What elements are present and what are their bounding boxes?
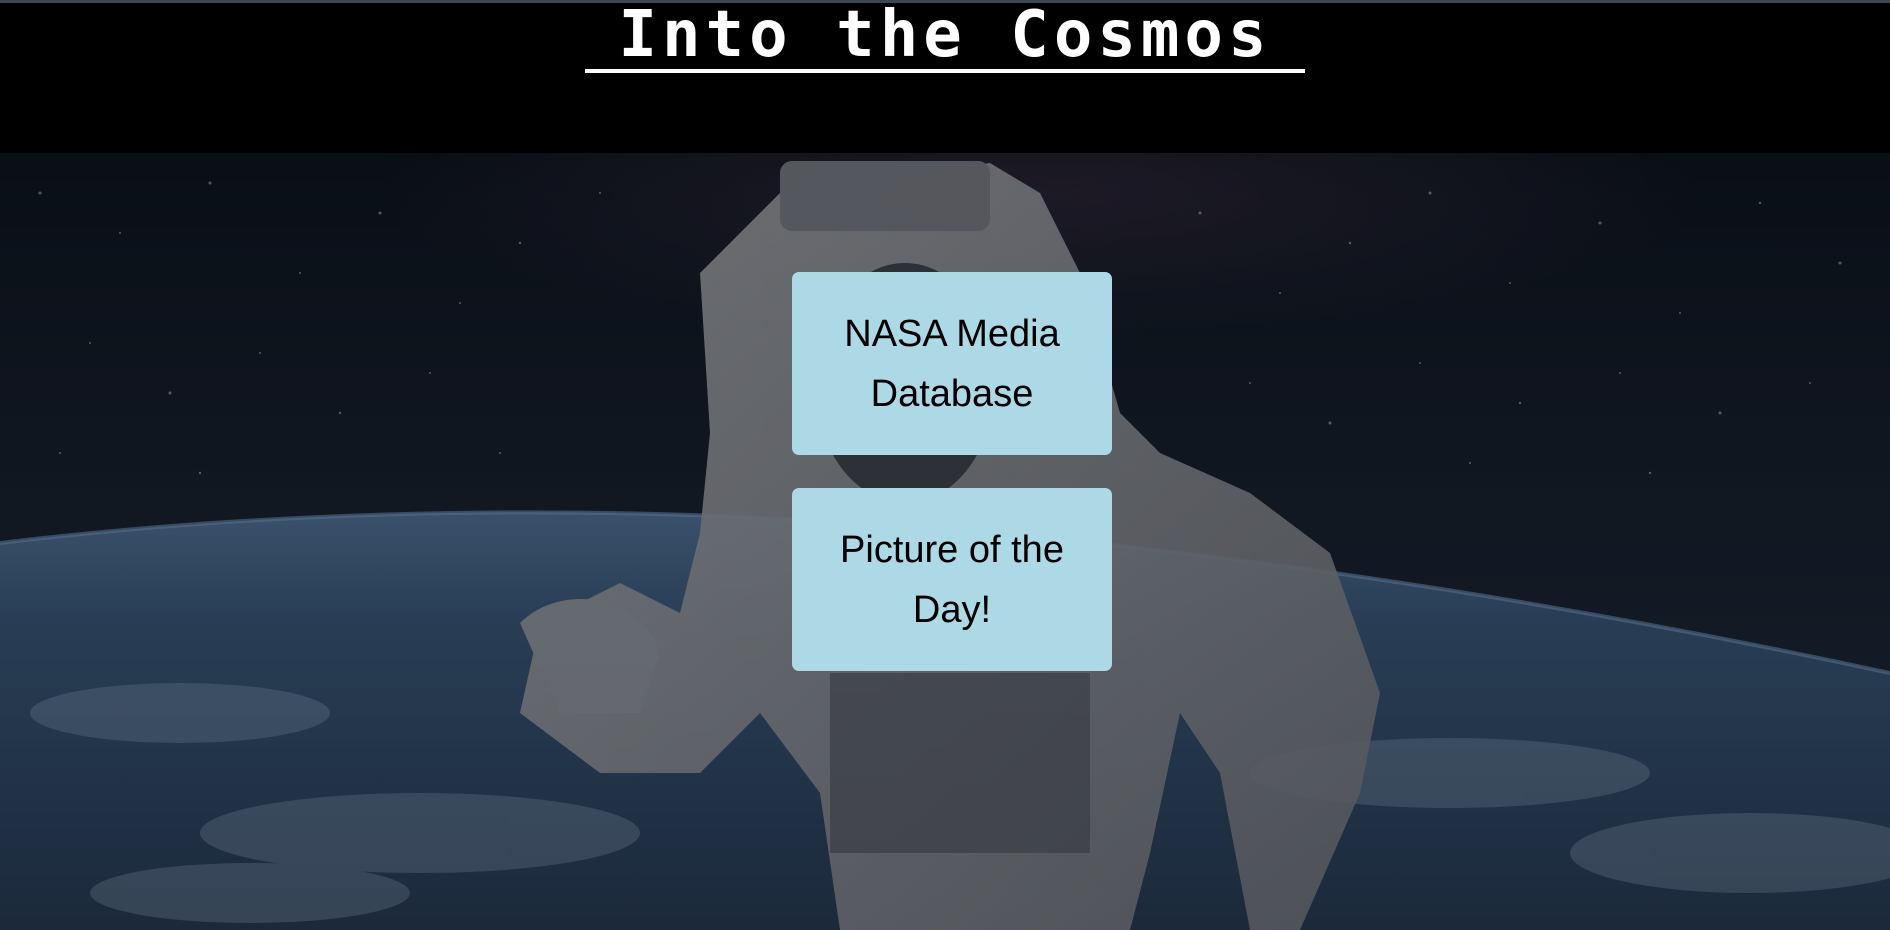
site-title: Into the Cosmos bbox=[585, 3, 1305, 73]
hero-section: NASA Media Database Picture of the Day! bbox=[0, 153, 1890, 930]
nasa-media-database-label: NASA Media Database bbox=[844, 312, 1060, 415]
picture-of-the-day-label: Picture of the Day! bbox=[840, 528, 1064, 631]
nasa-media-database-button[interactable]: NASA Media Database bbox=[792, 272, 1112, 455]
site-header: Into the Cosmos bbox=[0, 3, 1890, 153]
picture-of-the-day-button[interactable]: Picture of the Day! bbox=[792, 488, 1112, 671]
